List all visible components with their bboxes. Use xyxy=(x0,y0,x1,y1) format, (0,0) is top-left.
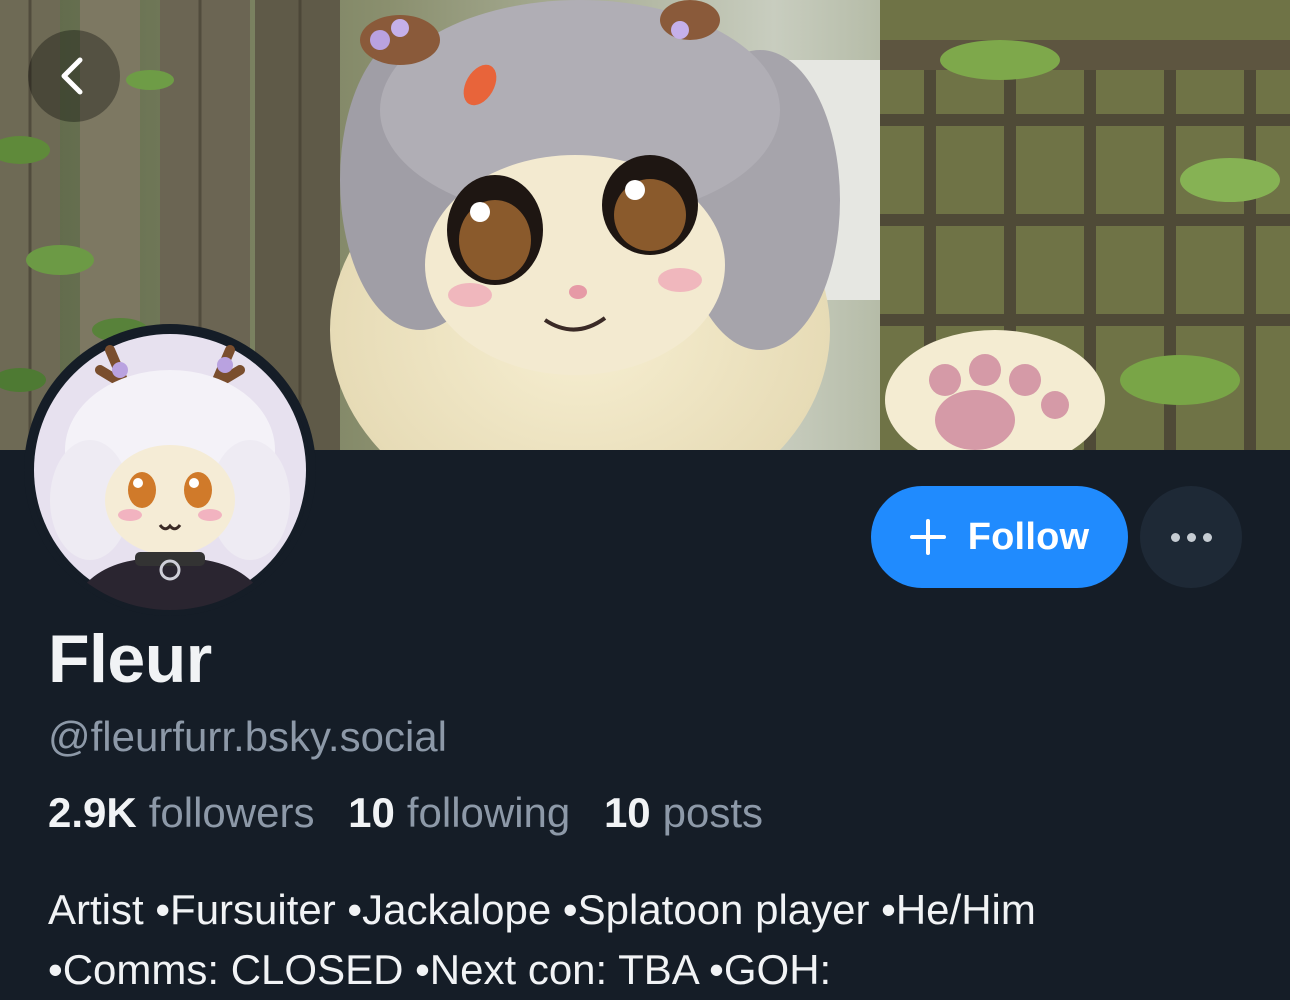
ellipsis-icon xyxy=(1170,532,1180,542)
plus-icon xyxy=(909,519,946,555)
avatar-image xyxy=(34,334,306,610)
follow-label: Follow xyxy=(967,515,1090,558)
chevron-left-icon xyxy=(61,57,83,95)
bio-line: •Comms: CLOSED •Next con: TBA •GOH: xyxy=(48,946,832,993)
display-name: Fleur xyxy=(48,621,212,697)
more-options-button[interactable] xyxy=(1140,486,1242,588)
ellipsis-icon-dot xyxy=(1202,532,1212,542)
followers-count: 2.9K xyxy=(48,789,137,836)
profile-bio: Artist •Fursuiter •Jackalope •Splatoon p… xyxy=(48,880,1248,1000)
posts-label: posts xyxy=(662,789,764,836)
posts-stat: 10 posts xyxy=(604,789,763,836)
ellipsis-icon-dot xyxy=(1186,532,1196,542)
profile-handle: @fleurfurr.bsky.social xyxy=(48,713,447,760)
profile-avatar[interactable] xyxy=(30,330,310,610)
follow-button[interactable]: Follow xyxy=(871,486,1128,588)
followers-label: followers xyxy=(148,789,315,836)
back-button[interactable] xyxy=(28,30,120,122)
bio-line: Artist •Fursuiter •Jackalope •Splatoon p… xyxy=(48,886,1036,933)
posts-count: 10 xyxy=(603,789,651,836)
followers-stat[interactable]: 2.9K followers xyxy=(48,789,314,836)
following-count: 10 xyxy=(348,789,395,836)
following-label: following xyxy=(406,789,571,836)
profile-stats: 2.9K followers 10 following 10 posts xyxy=(48,788,785,838)
following-stat[interactable]: 10 following xyxy=(348,789,570,836)
